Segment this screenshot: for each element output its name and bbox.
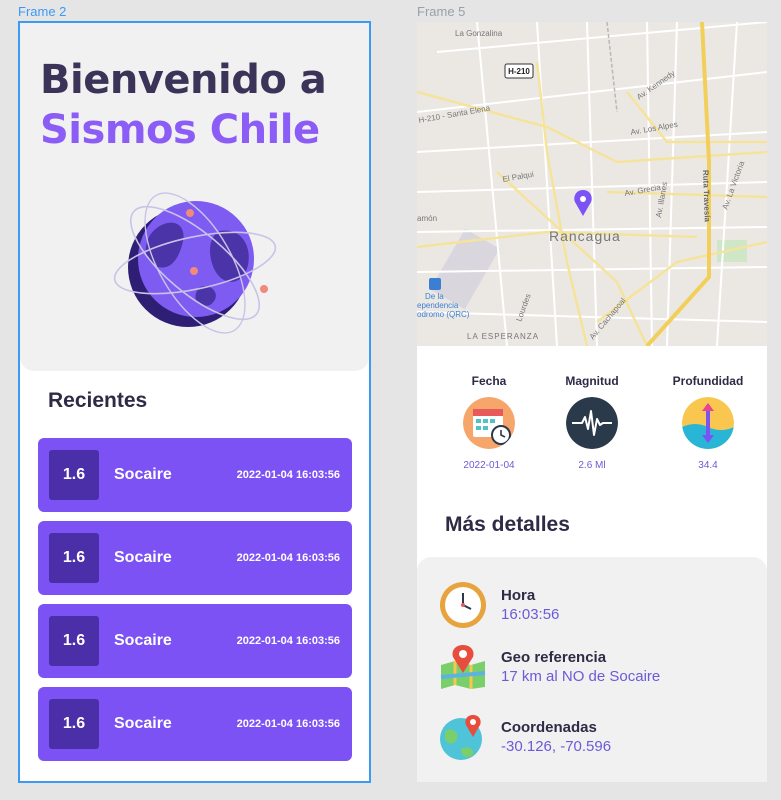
map-canvas: H-210 La Gonzalina Av. Kennedy H-210 - S… [417, 22, 767, 346]
magnitude-badge: 1.6 [49, 616, 99, 666]
quake-card[interactable]: 1.6 Socaire 2022-01-04 16:03:56 [38, 604, 352, 678]
calendar-clock-icon [463, 397, 515, 449]
quake-datetime: 2022-01-04 16:03:56 [236, 718, 340, 730]
summary-stats: Fecha 2022-01-04 Magnitud 2.6 Ml Profund… [417, 374, 767, 474]
frame5-label[interactable]: Frame 5 [417, 4, 465, 19]
detail-label: Geo referencia [501, 649, 607, 666]
quake-datetime: 2022-01-04 16:03:56 [236, 635, 340, 647]
home-screen-frame[interactable]: Bienvenido a Sismos Chile Recientes 1.6 [18, 21, 371, 783]
quake-card[interactable]: 1.6 Socaire 2022-01-04 16:03:56 [38, 687, 352, 761]
depth-water-icon [682, 397, 734, 449]
quake-place: Socaire [114, 549, 172, 566]
welcome-title-line1: Bienvenido a [40, 57, 327, 103]
seismograph-icon [566, 397, 618, 449]
detail-value: -30.126, -70.596 [501, 738, 612, 755]
quake-place: Socaire [114, 715, 172, 732]
quake-place: Socaire [114, 632, 172, 649]
detail-row-coords: Coordenadas -30.126, -70.596 [439, 712, 759, 762]
stat-label: Profundidad [672, 374, 744, 388]
detail-value: 17 km al NO de Socaire [501, 668, 661, 685]
road-badge: H-210 [508, 67, 530, 76]
detail-value: 16:03:56 [501, 606, 560, 623]
epicenter-map[interactable]: H-210 La Gonzalina Av. Kennedy H-210 - S… [417, 22, 767, 346]
magnitude-badge: 1.6 [49, 533, 99, 583]
map-label: LA ESPERANZA [467, 332, 539, 341]
detail-row-hora: Hora 16:03:56 [439, 580, 759, 630]
magnitude-badge: 1.6 [49, 699, 99, 749]
quake-card[interactable]: 1.6 Socaire 2022-01-04 16:03:56 [38, 438, 352, 512]
map-label: odromo (QRC) [417, 310, 470, 319]
clock-icon [440, 582, 486, 628]
stat-profundidad: Profundidad 34.4 [653, 374, 763, 471]
map-label: La Gonzalina [455, 29, 503, 38]
frame2-label[interactable]: Frame 2 [18, 4, 66, 19]
stat-label: Magnitud [565, 374, 619, 388]
quake-datetime: 2022-01-04 16:03:56 [236, 469, 340, 481]
airport-icon [429, 278, 441, 290]
recent-heading: Recientes [48, 389, 148, 412]
stat-label: Fecha [471, 374, 507, 388]
detail-screen-frame[interactable]: H-210 La Gonzalina Av. Kennedy H-210 - S… [417, 22, 767, 782]
quake-card[interactable]: 1.6 Socaire 2022-01-04 16:03:56 [38, 521, 352, 595]
globe-pin-icon [440, 715, 482, 760]
stat-value: 2022-01-04 [463, 460, 515, 471]
welcome-title: Bienvenido a Sismos Chile [40, 55, 327, 155]
detail-row-georef: Geo referencia 17 km al NO de Socaire [439, 642, 759, 692]
city-label: Rancagua [549, 228, 621, 244]
stat-value: 34.4 [698, 460, 718, 471]
map-pin-icon [440, 645, 486, 689]
stat-magnitud: Magnitud 2.6 Ml [537, 374, 647, 471]
stat-value: 2.6 Ml [578, 460, 606, 471]
magnitude-badge: 1.6 [49, 450, 99, 500]
hero-panel: Bienvenido a Sismos Chile [20, 23, 369, 371]
stat-fecha: Fecha 2022-01-04 [434, 374, 544, 471]
globe-illustration [113, 192, 277, 334]
detail-label: Hora [501, 587, 536, 604]
details-panel: Hora 16:03:56 Geo referencia 17 km al NO… [417, 557, 767, 782]
map-label: De la [425, 292, 444, 301]
map-label: Ruta Travesía [701, 170, 712, 223]
quake-place: Socaire [114, 466, 172, 483]
map-label: ependencia [417, 301, 459, 310]
more-details-heading: Más detalles [445, 513, 570, 536]
map-label: amón [417, 214, 437, 223]
app-name: Sismos Chile [40, 107, 320, 153]
quake-datetime: 2022-01-04 16:03:56 [236, 552, 340, 564]
detail-label: Coordenadas [501, 719, 597, 736]
design-canvas: Frame 2 Frame 5 Bienvenido a Sismos Chil… [0, 0, 781, 800]
recent-list: 1.6 Socaire 2022-01-04 16:03:56 1.6 Soca… [38, 438, 352, 770]
